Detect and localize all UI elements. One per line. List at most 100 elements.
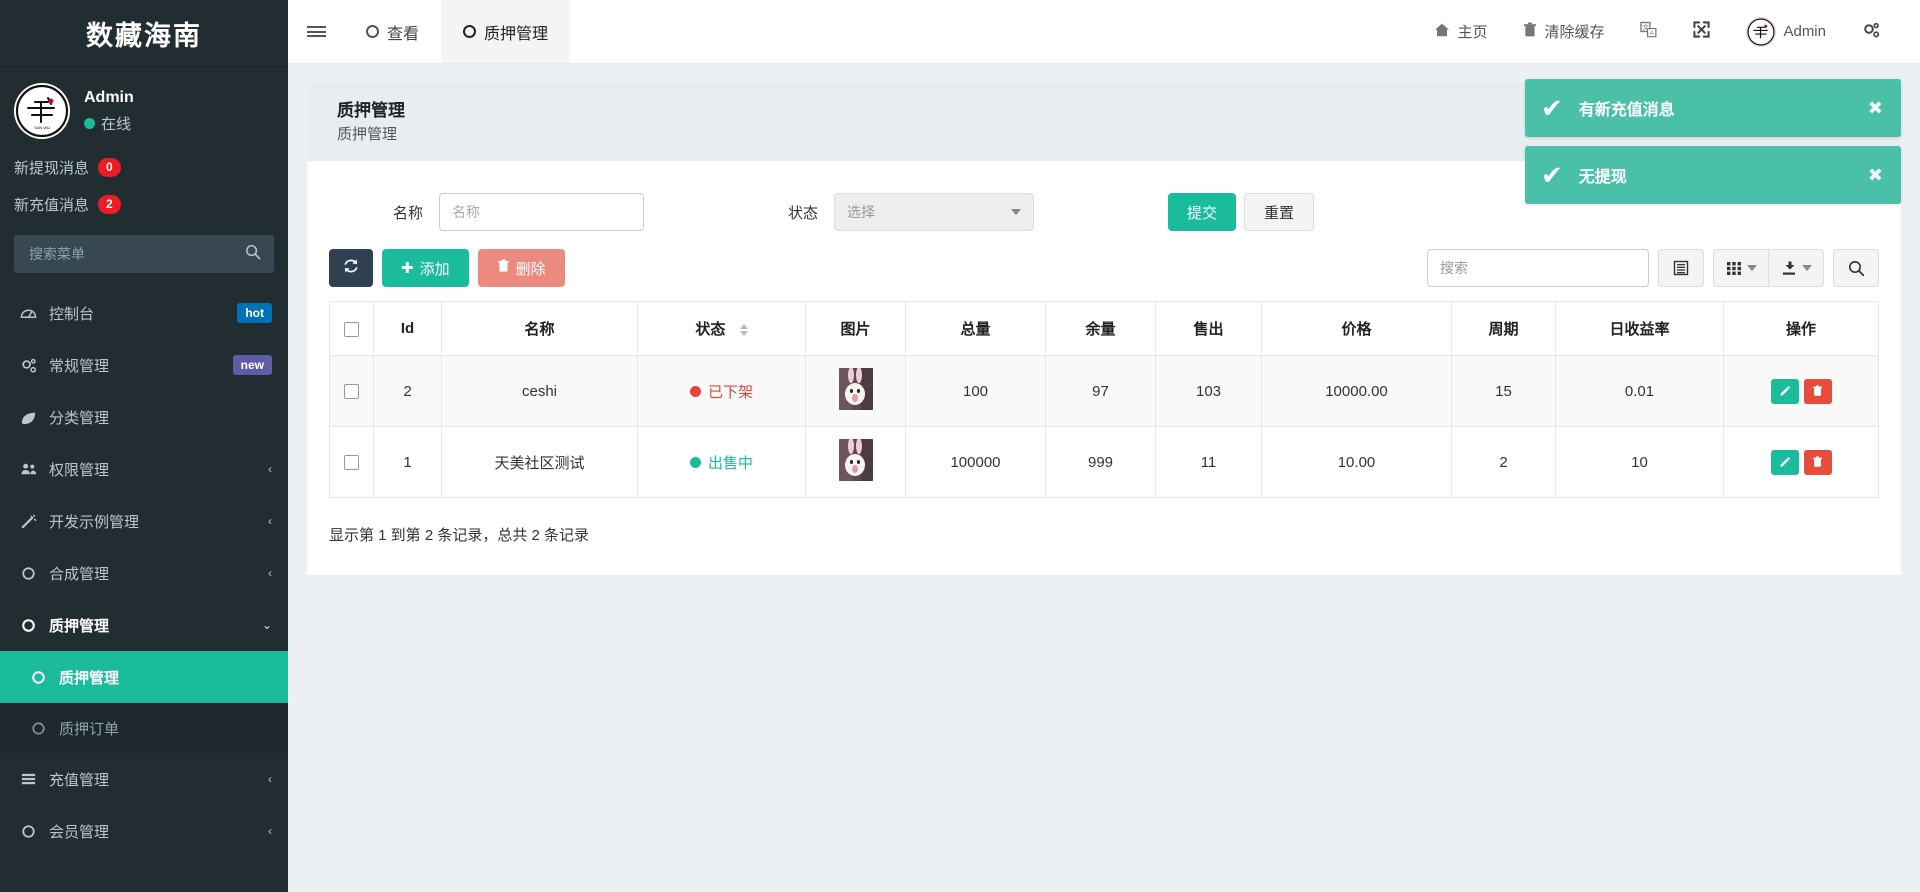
row-checkbox[interactable]: [344, 455, 359, 470]
gears-icon: [15, 357, 41, 374]
settings-button[interactable]: [1844, 0, 1898, 64]
row-checkbox[interactable]: [344, 384, 359, 399]
translate-button[interactable]: 文A: [1622, 0, 1675, 64]
fullscreen-button[interactable]: [1675, 0, 1728, 64]
th-sold[interactable]: 售出: [1156, 302, 1262, 356]
search-toggle-button[interactable]: [1833, 249, 1879, 287]
sidebar-item-member[interactable]: 会员管理 ‹: [0, 805, 288, 857]
menu-search[interactable]: [14, 235, 274, 273]
filter-status-select[interactable]: 选择: [834, 193, 1034, 231]
row-select-cell[interactable]: [330, 356, 374, 427]
filter-name-input[interactable]: [439, 193, 644, 231]
cell-total: 100000: [906, 427, 1046, 498]
gear-icon: [1862, 21, 1880, 43]
edit-button[interactable]: [1771, 450, 1799, 475]
export-button[interactable]: [1768, 249, 1824, 287]
th-actions[interactable]: 操作: [1724, 302, 1879, 356]
sort-icon[interactable]: [740, 324, 748, 336]
th-total[interactable]: 总量: [906, 302, 1046, 356]
home-button[interactable]: 主页: [1416, 0, 1505, 64]
cell-image[interactable]: [806, 356, 906, 427]
th-period[interactable]: 周期: [1452, 302, 1556, 356]
rabbit-thumbnail-icon[interactable]: [839, 439, 873, 481]
circle-icon: [25, 670, 51, 685]
avatar: SAN WU: [14, 83, 70, 139]
sidebar-item-label: 控制台: [49, 303, 237, 324]
table-search-input[interactable]: [1427, 249, 1649, 287]
cell-image[interactable]: [806, 427, 906, 498]
rabbit-thumbnail-icon[interactable]: [839, 368, 873, 410]
table-row[interactable]: 2 ceshi 已下架: [330, 356, 1879, 427]
cell-period: 2: [1452, 427, 1556, 498]
clear-cache-label: 清除缓存: [1544, 21, 1604, 42]
delete-button[interactable]: 删除: [478, 249, 565, 287]
th-select-all[interactable]: [330, 302, 374, 356]
main-area: 查看 质押管理 主页 清除缓存: [288, 0, 1920, 892]
tab-view[interactable]: 查看: [344, 0, 441, 63]
filter-status-label: 状态: [724, 202, 834, 223]
withdraw-message-badge: 0: [98, 158, 121, 177]
sidebar-item-permission[interactable]: 权限管理 ‹: [0, 443, 288, 495]
chevron-down-icon: [1011, 209, 1021, 215]
clear-cache-button[interactable]: 清除缓存: [1505, 0, 1622, 64]
sidebar-item-category[interactable]: 分类管理: [0, 391, 288, 443]
toast-recharge[interactable]: ✔ 有新充值消息 ✖: [1525, 79, 1901, 137]
circle-icon: [15, 618, 41, 633]
select-all-checkbox[interactable]: [344, 322, 359, 337]
toast-withdraw[interactable]: ✔ 无提现 ✖: [1525, 146, 1901, 204]
check-icon: ✔: [1541, 95, 1563, 121]
reset-button[interactable]: 重置: [1244, 193, 1314, 231]
sidebar-item-recharge[interactable]: 充值管理 ‹: [0, 753, 288, 805]
th-id[interactable]: Id: [374, 302, 442, 356]
add-label: 添加: [420, 258, 450, 279]
chevron-left-icon: ‹: [268, 514, 272, 528]
table-columns-group: [1713, 249, 1824, 287]
edit-button[interactable]: [1771, 379, 1799, 404]
withdraw-message-line[interactable]: 新提现消息 0: [0, 149, 288, 186]
cell-sold: 11: [1156, 427, 1262, 498]
search-icon: [1848, 260, 1865, 277]
menu-search-input[interactable]: [27, 245, 245, 263]
sidebar-item-pledge-order[interactable]: 质押订单: [0, 703, 288, 753]
tab-pledge-management[interactable]: 质押管理: [441, 0, 570, 63]
add-button[interactable]: ✚ 添加: [382, 249, 469, 287]
list-view-icon: [1673, 260, 1689, 276]
status-label: 已下架: [708, 381, 753, 402]
topbar-tabs: 查看 质押管理: [344, 0, 570, 63]
sidebar: 数藏海南 SAN WU Admin 在线 新提现消息 0: [0, 0, 288, 892]
row-select-cell[interactable]: [330, 427, 374, 498]
columns-button[interactable]: [1713, 249, 1769, 287]
sidebar-item-general[interactable]: 常规管理 new: [0, 339, 288, 391]
user-menu-label: Admin: [1783, 23, 1826, 40]
toggle-view-button[interactable]: [1658, 249, 1704, 287]
sidebar-item-dashboard[interactable]: 控制台 hot: [0, 287, 288, 339]
th-price[interactable]: 价格: [1262, 302, 1452, 356]
cell-name: ceshi: [442, 356, 638, 427]
cell-name: 天美社区测试: [442, 427, 638, 498]
sidebar-item-pledge-management-group[interactable]: 质押管理 ⌄: [0, 599, 288, 651]
hamburger-icon[interactable]: [288, 0, 344, 63]
close-icon[interactable]: ✖: [1868, 98, 1883, 119]
user-menu-button[interactable]: Admin: [1728, 0, 1844, 64]
delete-row-button[interactable]: [1804, 450, 1832, 475]
recharge-message-line[interactable]: 新充值消息 2: [0, 186, 288, 223]
refresh-button[interactable]: [329, 249, 373, 287]
search-icon[interactable]: [245, 244, 261, 265]
check-icon: ✔: [1541, 162, 1563, 188]
table-row[interactable]: 1 天美社区测试 出售中: [330, 427, 1879, 498]
delete-row-button[interactable]: [1804, 379, 1832, 404]
close-icon[interactable]: ✖: [1868, 165, 1883, 186]
th-image[interactable]: 图片: [806, 302, 906, 356]
sidebar-item-pledge-management[interactable]: 质押管理: [0, 651, 288, 703]
user-name: Admin: [84, 89, 134, 107]
submit-button[interactable]: 提交: [1168, 193, 1236, 231]
cell-actions: [1724, 427, 1879, 498]
th-daily-rate[interactable]: 日收益率: [1556, 302, 1724, 356]
th-status[interactable]: 状态: [638, 302, 806, 356]
th-remain[interactable]: 余量: [1046, 302, 1156, 356]
th-name[interactable]: 名称: [442, 302, 638, 356]
user-status: 在线: [84, 113, 134, 134]
sidebar-item-synthesis[interactable]: 合成管理 ‹: [0, 547, 288, 599]
sidebar-item-dev-examples[interactable]: 开发示例管理 ‹: [0, 495, 288, 547]
filter-name-label: 名称: [329, 202, 439, 223]
